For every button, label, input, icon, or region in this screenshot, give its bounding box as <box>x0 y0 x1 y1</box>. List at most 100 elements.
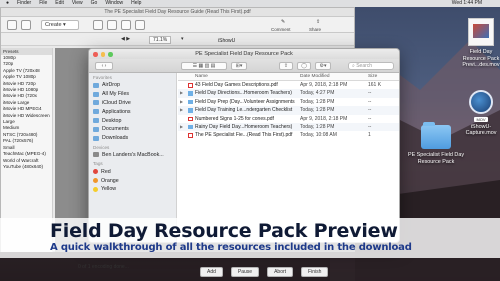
view-icon[interactable] <box>21 20 31 30</box>
pause-button[interactable]: Pause <box>230 267 260 277</box>
menubar-clock[interactable]: Wed 1:44 PM <box>452 0 500 7</box>
tags-header: Tags <box>93 161 103 167</box>
save-icon[interactable] <box>107 20 117 30</box>
menu-window[interactable]: Window <box>105 0 123 7</box>
disclosure-triangle-icon[interactable]: ▶ <box>180 106 183 114</box>
preset-item[interactable]: YouTube (480x640) <box>1 164 52 170</box>
abort-button[interactable]: Abort <box>267 267 294 277</box>
finder-toolbar: ‹ › ☰ ▦ ▥ ▤ ⊞▾ ⇪ ◯ ⚙▾ ⌕ Search <box>89 59 399 73</box>
file-size: -- <box>368 115 372 122</box>
desktop-resource-pack-folder[interactable]: PE Specialist Field Day Resource Pack <box>404 122 468 165</box>
sidebar-item-tag[interactable]: Orange <box>89 176 176 185</box>
search-placeholder: Search <box>356 63 373 69</box>
sidebar-item-favorite[interactable]: All My Files <box>89 90 176 99</box>
sidebar-item-favorite[interactable]: Desktop <box>89 116 176 125</box>
preset-item[interactable]: TeachMac (MPEG-4) <box>1 151 52 157</box>
sidebar-item-tag[interactable]: Red <box>89 167 176 176</box>
view-mode-buttons[interactable]: ☰ ▦ ▥ ▤ <box>181 62 227 70</box>
menu-file[interactable]: File <box>39 0 47 7</box>
menu-go[interactable]: Go <box>91 0 98 7</box>
disclosure-triangle-icon[interactable]: ▶ <box>180 89 183 97</box>
encoder-controls: Add Pause Abort Finish <box>200 267 329 277</box>
menu-finder[interactable]: Finder <box>17 0 31 7</box>
file-row[interactable]: ▶ Field Day Prep (Day...Volunteer Assignm… <box>178 98 399 106</box>
menu-view[interactable]: View <box>72 0 83 7</box>
file-row[interactable]: ▶ Field Day Directions...Homeroom Teacher… <box>178 89 399 98</box>
desktop-movie-preview[interactable]: Field Day Resource Pack Previ...des.mov <box>462 18 500 69</box>
file-date: Today, 1:28 PM <box>300 107 335 114</box>
quicktime-movie-icon <box>469 90 493 114</box>
sidebar-item-favorite[interactable]: AirDrop <box>89 81 176 90</box>
favorite-folder-icon <box>93 100 99 106</box>
column-size[interactable]: Size <box>368 73 377 81</box>
favorite-folder-icon <box>93 135 99 141</box>
device-label: Ben Landers's MacBook... <box>102 151 164 158</box>
close-button[interactable] <box>93 52 98 57</box>
window-controls <box>93 52 113 57</box>
sidebar-toggle-icon[interactable] <box>7 20 17 30</box>
favorite-folder-icon <box>93 126 99 132</box>
zoom-chevron-icon[interactable]: ▾ <box>181 36 184 42</box>
column-name[interactable]: Name <box>195 73 208 81</box>
open-icon[interactable] <box>93 20 103 30</box>
folder-icon <box>188 99 193 105</box>
sidebar-item-macbook[interactable]: Ben Landers's MacBook... <box>89 151 176 160</box>
favorite-folder-icon <box>93 118 99 124</box>
sidebar-item-favorite[interactable]: Applications <box>89 107 176 116</box>
finder-window: PE Specialist Field Day Resource Pack ‹ … <box>88 48 400 243</box>
action-gear-button[interactable]: ⚙▾ <box>315 62 331 70</box>
back-forward-buttons[interactable]: ‹ › <box>95 62 113 70</box>
add-button[interactable]: Add <box>200 267 223 277</box>
favorite-folder-icon <box>93 82 99 88</box>
column-date-modified[interactable]: Date Modified <box>300 73 330 81</box>
disclosure-triangle-icon[interactable]: ▶ <box>180 123 183 131</box>
zoom-field[interactable]: 71.1% <box>149 36 172 44</box>
finish-button[interactable]: Finish <box>301 267 329 277</box>
create-button[interactable]: Create ▾ <box>41 20 79 30</box>
folder-icon <box>188 108 193 113</box>
file-row[interactable]: ▶ Rainy Day Field Day...Homeroom Teachers… <box>178 122 399 132</box>
file-date: Today, 1:28 PM <box>300 98 335 105</box>
minimize-button[interactable] <box>100 52 105 57</box>
file-row[interactable]: ▶ Field Day Training Le...ndergarten Chec… <box>178 106 399 115</box>
pdf-file-icon <box>188 83 193 88</box>
sidebar-item-favorite[interactable]: Documents <box>89 125 176 134</box>
pdf-subtoolbar: ◀ ▶ 71.1% ▾ <box>1 33 354 46</box>
laptop-icon <box>93 152 99 158</box>
file-name: Rainy Day Field Day...Homeroom Teachers) <box>195 123 293 130</box>
file-date: Today, 4:27 PM <box>300 90 335 97</box>
finder-titlebar: PE Specialist Field Day Resource Pack <box>89 49 399 59</box>
email-icon[interactable] <box>135 20 145 30</box>
folder-icon <box>188 91 193 96</box>
sidebar-item-favorite[interactable]: Downloads <box>89 134 176 143</box>
devices-header: Devices <box>93 144 110 150</box>
file-size: -- <box>368 107 372 114</box>
file-date: Today, 1:28 PM <box>300 123 335 130</box>
pdf-file-icon <box>188 133 193 138</box>
menu-edit[interactable]: Edit <box>55 0 64 7</box>
page-nav-icon[interactable]: ◀ ▶ <box>121 36 130 42</box>
file-row[interactable]: Numbered Signs 1-25 for cones.pdf Apr 9, … <box>178 115 399 123</box>
file-name: Field Day Training Le...ndergarten Check… <box>195 107 293 114</box>
zoom-button[interactable] <box>108 52 113 57</box>
desktop-icon-label: PE Specialist Field Day Resource Pack <box>407 152 465 165</box>
menu-help[interactable]: Help <box>131 0 141 7</box>
arrange-button[interactable]: ⊞▾ <box>231 62 247 70</box>
sidebar-item-tag[interactable]: Yellow <box>89 185 176 194</box>
print-icon[interactable] <box>121 20 131 30</box>
encoder-status: 0 of 1 encoding done... <box>78 264 129 270</box>
share-button[interactable]: ⇪ <box>279 62 293 70</box>
sidebar-item-favorite[interactable]: iCloud Drive <box>89 99 176 108</box>
share-icon[interactable]: ⇪ <box>316 19 320 25</box>
file-row[interactable]: 43 Field Day Games Descriptions.pdf Apr 9… <box>178 81 399 89</box>
disclosure-triangle-icon[interactable]: ▶ <box>180 98 183 106</box>
tag-button[interactable]: ◯ <box>297 62 311 70</box>
comment-icon[interactable]: ✎ <box>281 19 285 25</box>
banner-title: Field Day Resource Pack Preview <box>50 220 398 242</box>
favorite-folder-icon <box>93 91 99 97</box>
file-row[interactable]: The PE Specialist Fie...(Read This First… <box>178 131 399 139</box>
desktop-icon-label: Field Day Resource Pack Previ...des.mov <box>462 49 500 68</box>
favorite-folder-icon <box>93 109 99 115</box>
search-field[interactable]: ⌕ Search <box>348 62 394 70</box>
apple-icon[interactable]: ● <box>6 0 9 7</box>
